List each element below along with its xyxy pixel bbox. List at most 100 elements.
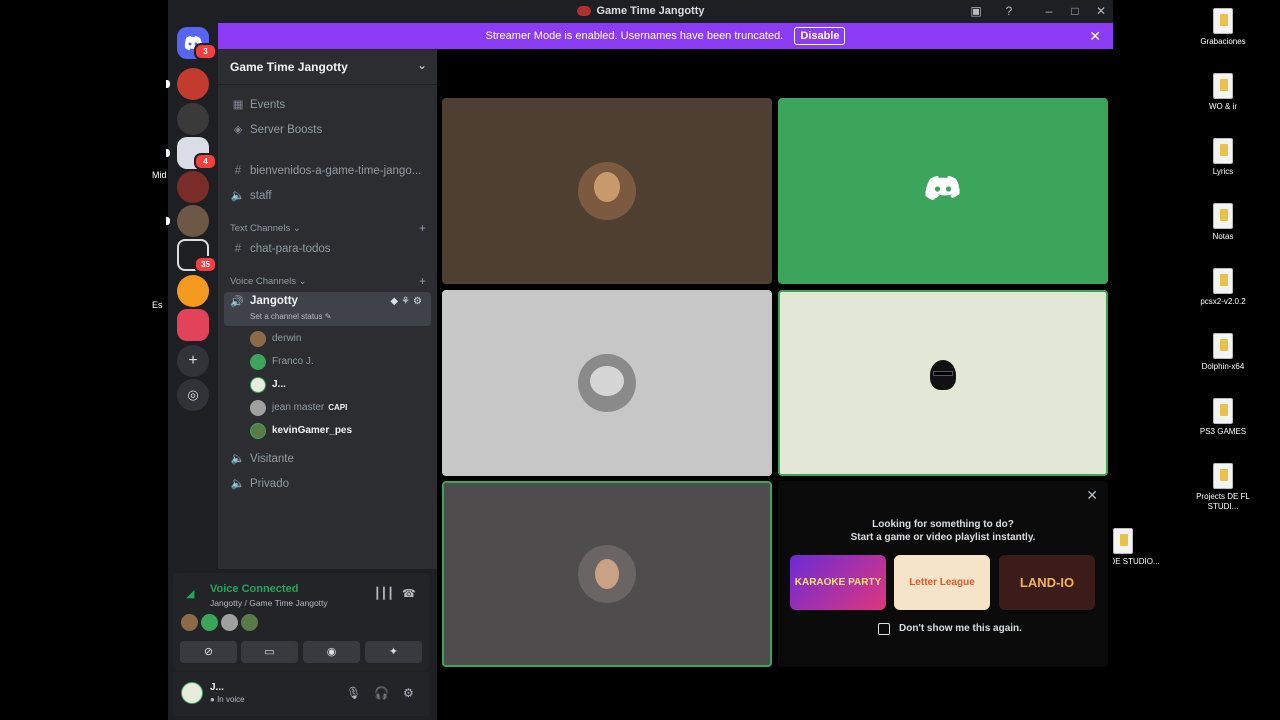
maximize-button[interactable]: □ <box>1067 4 1083 18</box>
participant-tile[interactable] <box>442 290 772 476</box>
close-icon[interactable]: ✕ <box>1086 487 1098 504</box>
activity-subheading: Start a game or video playlist instantly… <box>850 532 1036 543</box>
locked-voice-icon: 🔈 <box>230 478 246 490</box>
server-icon[interactable] <box>177 275 209 307</box>
soundboard-button[interactable]: ✦ <box>365 641 422 663</box>
add-channel-icon[interactable]: + <box>419 221 426 235</box>
voice-location[interactable]: Jangotty / Game Time Jangotty <box>210 598 328 608</box>
channel-status[interactable]: Set a channel status ✎ <box>250 312 331 321</box>
folder-icon <box>1213 268 1233 294</box>
dont-show-label[interactable]: Don't show me this again. <box>899 623 1022 634</box>
game-karaoke-party[interactable]: KARAOKE PARTY <box>790 555 886 610</box>
gamepad-icon: ◉ <box>326 646 337 658</box>
text-channels-category[interactable]: Text Channels ⌄ + <box>230 221 426 235</box>
voice-user[interactable]: J... <box>250 375 420 395</box>
folder-icon <box>1213 333 1233 359</box>
speaker-icon: 🔊 <box>230 296 244 308</box>
server-icon[interactable] <box>177 309 209 341</box>
avatar <box>250 354 266 370</box>
signal-icon: ◢ <box>186 588 195 600</box>
help-icon[interactable]: ? <box>1001 4 1017 18</box>
channel-tools[interactable]: ◆⚘⚙ <box>390 296 425 307</box>
desktop-folder[interactable]: Projects DE FL STUDI... <box>1183 463 1263 512</box>
noise-suppression-icon[interactable]: ┃┃┃ <box>374 587 394 600</box>
notification-badge: 35 <box>194 256 217 273</box>
avatar[interactable] <box>181 682 203 704</box>
desktop-folder[interactable]: PS3 GAMES <box>1183 398 1263 437</box>
server-icon[interactable] <box>177 205 209 237</box>
voice-channels-category[interactable]: Voice Channels ⌄ + <box>230 274 426 288</box>
participant-tile[interactable] <box>442 481 772 667</box>
participant-tile[interactable] <box>442 98 772 284</box>
headphones-icon[interactable]: 🎧 <box>374 686 389 700</box>
desktop-folder[interactable]: WO & ir <box>1183 73 1263 112</box>
events-item[interactable]: ▦ Events <box>226 95 429 115</box>
avatar <box>250 377 266 393</box>
voice-user[interactable]: kevinGamer_pes <box>250 421 420 441</box>
camera-button[interactable]: ⊘ <box>180 641 237 663</box>
participant-tile[interactable] <box>778 290 1108 476</box>
server-icon[interactable] <box>177 103 209 135</box>
screen-share-button[interactable]: ▭ <box>241 641 298 663</box>
avatar <box>578 162 636 220</box>
folder-icon <box>1113 528 1133 554</box>
avatar <box>181 614 198 631</box>
add-channel-icon[interactable]: + <box>419 274 426 288</box>
desktop-folder[interactable]: Grabaciones <box>1183 8 1263 47</box>
dont-show-checkbox[interactable] <box>878 623 890 635</box>
activity-heading: Looking for something to do? <box>872 519 1014 530</box>
gear-icon[interactable]: ⚙ <box>403 686 414 700</box>
title-bar: Game Time Jangotty ▣ ? – □ ✕ <box>168 0 1113 23</box>
server-icon[interactable] <box>177 68 209 100</box>
user-tag: CAPI <box>328 403 348 412</box>
avatar <box>250 331 266 347</box>
game-letter-league[interactable]: Letter League <box>894 555 990 610</box>
avatar <box>201 614 218 631</box>
avatar <box>578 354 636 412</box>
desktop-fragment: Es <box>152 300 163 310</box>
channel-staff[interactable]: 🔈 staff <box>226 186 429 206</box>
discord-icon <box>925 176 960 200</box>
desktop-folder[interactable]: Notas <box>1183 203 1263 242</box>
game-land-io[interactable]: LAND-IO <box>999 555 1095 610</box>
server-boosts-item[interactable]: ◈ Server Boosts <box>226 120 429 140</box>
avatar <box>250 400 266 416</box>
minimize-button[interactable]: – <box>1041 4 1057 18</box>
disable-button[interactable]: Disable <box>794 27 846 45</box>
server-header[interactable]: Game Time Jangotty ⌄ <box>218 49 437 85</box>
avatar <box>914 354 972 412</box>
hash-icon: # <box>234 243 242 255</box>
add-server-icon[interactable]: + <box>177 345 209 377</box>
participant-tile[interactable] <box>778 98 1108 284</box>
server-icon[interactable] <box>177 171 209 203</box>
disconnect-icon[interactable]: ☎ <box>402 587 416 600</box>
voice-channel-jangotty[interactable]: 🔊 Jangotty Set a channel status ✎ ◆⚘⚙ <box>224 292 431 326</box>
voice-channel-visitante[interactable]: 🔈 Visitante <box>226 449 429 469</box>
folder-icon <box>1213 463 1233 489</box>
desktop-folder[interactable]: pcsx2-v2.0.2 <box>1183 268 1263 307</box>
voice-status[interactable]: Voice Connected <box>210 583 298 595</box>
inbox-icon[interactable]: ▣ <box>968 4 984 18</box>
activity-suggestion-panel: ✕ Looking for something to do? Start a g… <box>778 481 1108 667</box>
discover-icon[interactable]: ◎ <box>177 379 209 411</box>
channel-bienvenidos[interactable]: # bienvenidos-a-game-time-jango... <box>226 161 429 181</box>
unread-pip <box>166 80 170 88</box>
desktop-folder[interactable]: Dolphin-x64 <box>1183 333 1263 372</box>
close-window-button[interactable]: ✕ <box>1093 4 1109 18</box>
voice-user[interactable]: Franco J. <box>250 352 420 372</box>
locked-voice-icon: 🔈 <box>230 190 246 202</box>
close-icon[interactable]: ✕ <box>1089 23 1101 49</box>
voice-channel-privado[interactable]: 🔈 Privado <box>226 474 429 494</box>
voice-stage: ✕ Looking for something to do? Start a g… <box>437 49 1113 720</box>
voice-user[interactable]: jean master CAPI <box>250 398 420 418</box>
chevron-down-icon: ⌄ <box>416 58 427 72</box>
voice-connected-panel: ◢ Voice Connected Jangotty / Game Time J… <box>173 573 430 670</box>
streamer-mode-banner: Streamer Mode is enabled. Usernames have… <box>218 23 1113 49</box>
desktop-folder[interactable]: Lyrics <box>1183 138 1263 177</box>
activity-button[interactable]: ◉ <box>303 641 360 663</box>
folder-icon <box>1213 138 1233 164</box>
voice-user[interactable]: derwin <box>250 329 420 349</box>
channel-chat-para-todos[interactable]: # chat-para-todos <box>226 239 429 259</box>
banner-text: Streamer Mode is enabled. Usernames have… <box>485 30 784 42</box>
microphone-icon[interactable]: 🎙 <box>346 686 361 700</box>
